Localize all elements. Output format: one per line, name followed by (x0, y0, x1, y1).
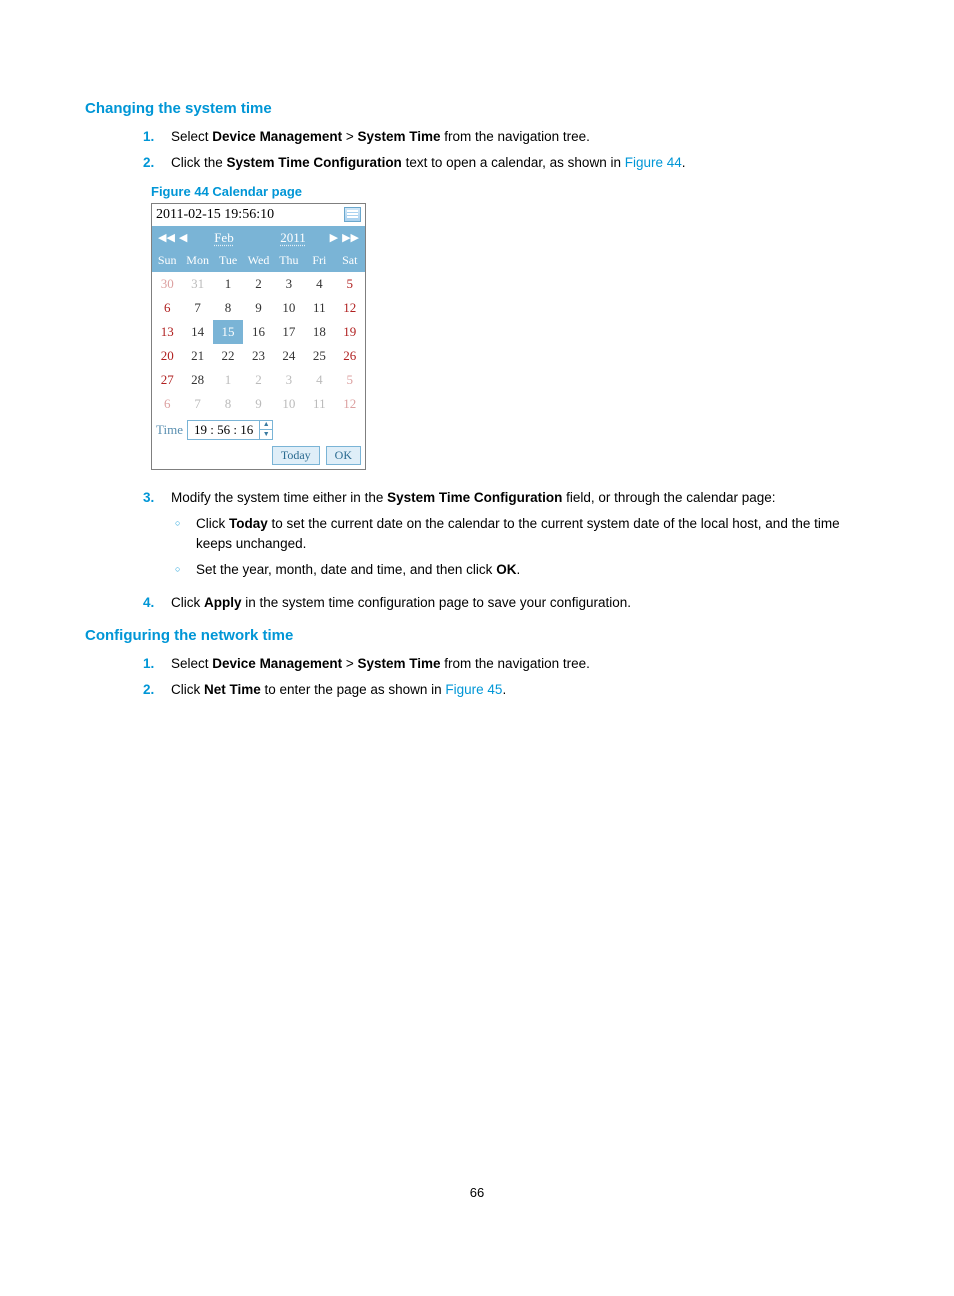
calendar-day[interactable]: 18 (304, 320, 334, 344)
today-button[interactable]: Today (272, 446, 320, 465)
calendar-day[interactable]: 3 (274, 272, 304, 296)
calendar-day[interactable]: 19 (335, 320, 365, 344)
step-number: 1. (143, 654, 171, 674)
calendar-day[interactable]: 26 (335, 344, 365, 368)
calendar-day[interactable]: 27 (152, 368, 182, 392)
figure-title-44: Figure 44 Calendar page (151, 184, 869, 199)
steps-section1-cont: 3. Modify the system time either in the … (143, 488, 869, 613)
calendar-day[interactable]: 2 (243, 272, 273, 296)
calendar-day[interactable]: 3 (274, 368, 304, 392)
calendar-day[interactable]: 10 (274, 392, 304, 416)
step-number: 1. (143, 127, 171, 147)
time-value[interactable]: 19 : 56 : 16 (187, 420, 260, 440)
step-number: 3. (143, 488, 171, 587)
step-number: 2. (143, 153, 171, 173)
substep: Click Today to set the current date on t… (171, 514, 869, 555)
calendar-day[interactable]: 6 (152, 296, 182, 320)
calendar-day[interactable]: 24 (274, 344, 304, 368)
calendar-day[interactable]: 2 (243, 368, 273, 392)
step-text: Modify the system time either in the Sys… (171, 488, 869, 587)
calendar-day[interactable]: 8 (213, 296, 243, 320)
calendar-day[interactable]: 28 (182, 368, 212, 392)
calendar-day[interactable]: 5 (335, 272, 365, 296)
calendar-day[interactable]: 22 (213, 344, 243, 368)
calendar-day[interactable]: 9 (243, 392, 273, 416)
calendar-timestamp[interactable]: 2011-02-15 19:56:10 (156, 207, 274, 223)
next-year-icon[interactable]: ▶▶ (340, 231, 361, 244)
calendar-dow: Mon (182, 250, 212, 272)
steps-section1: 1. Select Device Management > System Tim… (143, 127, 869, 174)
step-text: Click the System Time Configuration text… (171, 153, 869, 173)
calendar-day[interactable]: 21 (182, 344, 212, 368)
calendar-grid: SunMonTueWedThuFriSat 303112345678910111… (152, 250, 365, 416)
calendar-day[interactable]: 8 (213, 392, 243, 416)
step-number: 2. (143, 680, 171, 700)
figure-link-45[interactable]: Figure 45 (445, 682, 502, 697)
heading-configuring-network-time: Configuring the network time (85, 627, 869, 644)
calendar-day[interactable]: 16 (243, 320, 273, 344)
calendar-day[interactable]: 20 (152, 344, 182, 368)
prev-month-icon[interactable]: ◀ (177, 231, 189, 244)
calendar-day[interactable]: 5 (335, 368, 365, 392)
calendar-day[interactable]: 4 (304, 272, 334, 296)
calendar-day[interactable]: 9 (243, 296, 273, 320)
calendar-icon[interactable] (344, 207, 361, 222)
ok-button[interactable]: OK (326, 446, 361, 465)
time-label: Time (156, 422, 183, 438)
page-number: 66 (0, 1185, 954, 1200)
calendar-day[interactable]: 1 (213, 272, 243, 296)
calendar-day[interactable]: 6 (152, 392, 182, 416)
prev-year-icon[interactable]: ◀◀ (156, 231, 177, 244)
calendar-month[interactable]: Feb (193, 230, 254, 246)
heading-changing-system-time: Changing the system time (85, 100, 869, 117)
step-text: Click Apply in the system time configura… (171, 593, 869, 613)
calendar-day[interactable]: 17 (274, 320, 304, 344)
calendar-day[interactable]: 23 (243, 344, 273, 368)
next-month-icon[interactable]: ▶ (328, 231, 340, 244)
calendar-dow: Sun (152, 250, 182, 272)
calendar-day[interactable]: 1 (213, 368, 243, 392)
calendar-day[interactable]: 14 (182, 320, 212, 344)
calendar-day[interactable]: 25 (304, 344, 334, 368)
calendar-dow: Sat (335, 250, 365, 272)
calendar-dow: Wed (243, 250, 273, 272)
calendar-nav: ◀◀ ◀ Feb 2011 ▶ ▶▶ (152, 226, 365, 250)
steps-section2: 1. Select Device Management > System Tim… (143, 654, 869, 701)
spinner-up-icon[interactable]: ▲ (260, 421, 272, 431)
figure-link-44[interactable]: Figure 44 (625, 155, 682, 170)
time-spinner[interactable]: ▲ ▼ (260, 420, 273, 440)
calendar-day[interactable]: 12 (335, 392, 365, 416)
calendar-day[interactable]: 10 (274, 296, 304, 320)
calendar-day[interactable]: 30 (152, 272, 182, 296)
calendar-day[interactable]: 7 (182, 296, 212, 320)
step-text: Click Net Time to enter the page as show… (171, 680, 869, 700)
calendar-day[interactable]: 4 (304, 368, 334, 392)
calendar-day[interactable]: 11 (304, 392, 334, 416)
calendar-day[interactable]: 13 (152, 320, 182, 344)
step-number: 4. (143, 593, 171, 613)
spinner-down-icon[interactable]: ▼ (260, 430, 272, 439)
calendar-year[interactable]: 2011 (263, 230, 324, 246)
calendar-day[interactable]: 7 (182, 392, 212, 416)
calendar-dow: Tue (213, 250, 243, 272)
calendar-day[interactable]: 15 (213, 320, 243, 344)
calendar-dow: Fri (304, 250, 334, 272)
substep: Set the year, month, date and time, and … (171, 560, 869, 580)
calendar-day[interactable]: 11 (304, 296, 334, 320)
calendar-dow: Thu (274, 250, 304, 272)
step-text: Select Device Management > System Time f… (171, 654, 869, 674)
calendar-day[interactable]: 12 (335, 296, 365, 320)
calendar-day[interactable]: 31 (182, 272, 212, 296)
step-text: Select Device Management > System Time f… (171, 127, 869, 147)
calendar-widget: 2011-02-15 19:56:10 ◀◀ ◀ Feb 2011 ▶ ▶▶ S… (151, 203, 366, 470)
